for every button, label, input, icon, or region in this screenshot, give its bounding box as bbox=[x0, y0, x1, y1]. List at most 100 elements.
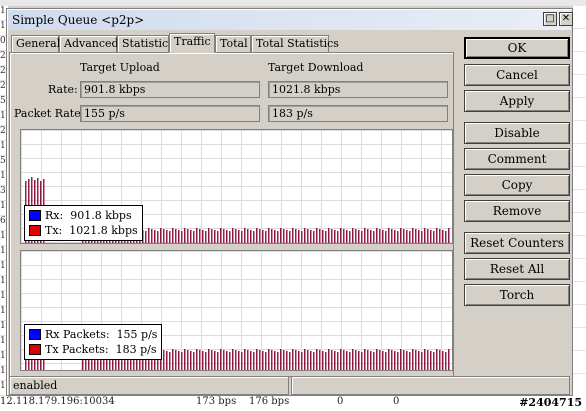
background-list-right bbox=[573, 6, 586, 397]
traffic-bar bbox=[406, 351, 408, 370]
traffic-bar bbox=[256, 228, 258, 243]
traffic-bar bbox=[262, 351, 264, 370]
traffic-bar bbox=[307, 350, 309, 370]
background-list-row[interactable]: 12.118.179.196:10034 173 bps 176 bps 0 0 bbox=[0, 396, 586, 411]
traffic-bar bbox=[418, 230, 420, 243]
disable-button[interactable]: Disable bbox=[464, 122, 570, 144]
background-window-edge bbox=[0, 0, 586, 6]
rate-download-field: 1021.8 kbps bbox=[268, 81, 448, 98]
traffic-bar bbox=[289, 352, 291, 370]
traffic-bar bbox=[223, 350, 225, 370]
status-bar-state: enabled bbox=[9, 376, 289, 395]
reset-all-counters-button[interactable]: Reset All Counters bbox=[464, 258, 570, 296]
cancel-button[interactable]: Cancel bbox=[464, 64, 570, 86]
comment-button[interactable]: Comment bbox=[464, 148, 570, 170]
traffic-bar bbox=[265, 231, 267, 243]
traffic-bar bbox=[445, 352, 447, 370]
traffic-bar bbox=[226, 230, 228, 243]
copy-button[interactable]: Copy bbox=[464, 174, 570, 196]
traffic-bar bbox=[385, 352, 387, 370]
traffic-bar bbox=[310, 351, 312, 370]
traffic-bar bbox=[208, 349, 210, 370]
traffic-bar bbox=[424, 228, 426, 243]
row-col2: 176 bps bbox=[249, 396, 290, 407]
traffic-bar bbox=[232, 349, 234, 370]
rx-packets-value: 155 p/s bbox=[116, 328, 158, 341]
title-bar[interactable]: Simple Queue <p2p> □ ✕ bbox=[8, 10, 573, 30]
tx-packets-label: Tx Packets: bbox=[45, 343, 109, 356]
traffic-bar bbox=[349, 231, 351, 243]
traffic-bar bbox=[214, 230, 216, 243]
traffic-bar bbox=[382, 230, 384, 243]
traffic-bar bbox=[250, 351, 252, 370]
traffic-bar bbox=[373, 352, 375, 370]
traffic-bar bbox=[322, 351, 324, 370]
maximize-button[interactable]: □ bbox=[543, 12, 557, 26]
traffic-bar bbox=[226, 351, 228, 370]
rate-label: Rate: bbox=[48, 83, 78, 96]
apply-button[interactable]: Apply bbox=[464, 90, 570, 112]
traffic-bar bbox=[250, 230, 252, 243]
traffic-bar bbox=[196, 228, 198, 243]
traffic-bar bbox=[364, 228, 366, 243]
traffic-bar bbox=[175, 229, 177, 243]
traffic-bar bbox=[241, 352, 243, 370]
tab-traffic[interactable]: Traffic bbox=[169, 33, 215, 53]
traffic-bar bbox=[382, 351, 384, 370]
traffic-bar bbox=[379, 350, 381, 370]
traffic-bar bbox=[184, 349, 186, 370]
traffic-bar bbox=[376, 349, 378, 370]
traffic-bar bbox=[160, 228, 162, 243]
traffic-bar bbox=[163, 229, 165, 243]
traffic-bar bbox=[328, 349, 330, 370]
close-button[interactable]: ✕ bbox=[559, 12, 573, 26]
traffic-bar bbox=[211, 350, 213, 370]
traffic-bar bbox=[355, 350, 357, 370]
row-col1: 173 bps bbox=[196, 396, 237, 407]
traffic-bar bbox=[400, 349, 402, 370]
rx-swatch bbox=[29, 210, 41, 221]
traffic-bar bbox=[205, 231, 207, 243]
traffic-bar bbox=[235, 229, 237, 243]
traffic-bar bbox=[229, 352, 231, 370]
traffic-bar bbox=[163, 350, 165, 370]
traffic-bar bbox=[298, 351, 300, 370]
traffic-bar bbox=[172, 228, 174, 243]
traffic-bar bbox=[199, 229, 201, 243]
traffic-bar bbox=[277, 231, 279, 243]
tx-packets-value: 183 p/s bbox=[115, 343, 157, 356]
traffic-bar bbox=[253, 352, 255, 370]
tab-general[interactable]: General bbox=[11, 35, 60, 52]
traffic-bar bbox=[289, 231, 291, 243]
tab-total[interactable]: Total bbox=[215, 35, 251, 52]
packet-rate-graph: Rx Packets: 155 p/s Tx Packets: 183 p/s bbox=[20, 250, 453, 371]
traffic-bar bbox=[193, 352, 195, 370]
tx-value: 1021.8 kbps bbox=[69, 224, 138, 237]
status-bar-empty bbox=[291, 376, 570, 395]
traffic-bar bbox=[259, 350, 261, 370]
traffic-bar bbox=[199, 350, 201, 370]
tab-advanced[interactable]: Advanced bbox=[59, 35, 119, 52]
torch-button[interactable]: Torch bbox=[464, 284, 570, 306]
traffic-bar bbox=[196, 349, 198, 370]
traffic-bar bbox=[169, 231, 171, 243]
traffic-bar bbox=[391, 350, 393, 370]
ok-button[interactable]: OK bbox=[464, 37, 570, 59]
reset-counters-button[interactable]: Reset Counters bbox=[464, 232, 570, 254]
remove-button[interactable]: Remove bbox=[464, 200, 570, 222]
traffic-bar bbox=[271, 229, 273, 243]
tab-statistics[interactable]: Statistics bbox=[117, 35, 174, 52]
rx-packets-label: Rx Packets: bbox=[45, 328, 110, 341]
traffic-bar bbox=[418, 351, 420, 370]
traffic-bar bbox=[286, 351, 288, 370]
traffic-bar bbox=[145, 231, 147, 243]
packet-rate-download-field: 183 p/s bbox=[268, 105, 448, 122]
traffic-bar bbox=[427, 350, 429, 370]
rx-packets-swatch bbox=[29, 329, 41, 340]
traffic-bar bbox=[340, 228, 342, 243]
traffic-bar bbox=[358, 230, 360, 243]
traffic-bar bbox=[439, 229, 441, 243]
traffic-bar bbox=[367, 350, 369, 370]
traffic-bar bbox=[286, 230, 288, 243]
tab-total-statistics[interactable]: Total Statistics bbox=[251, 35, 339, 52]
